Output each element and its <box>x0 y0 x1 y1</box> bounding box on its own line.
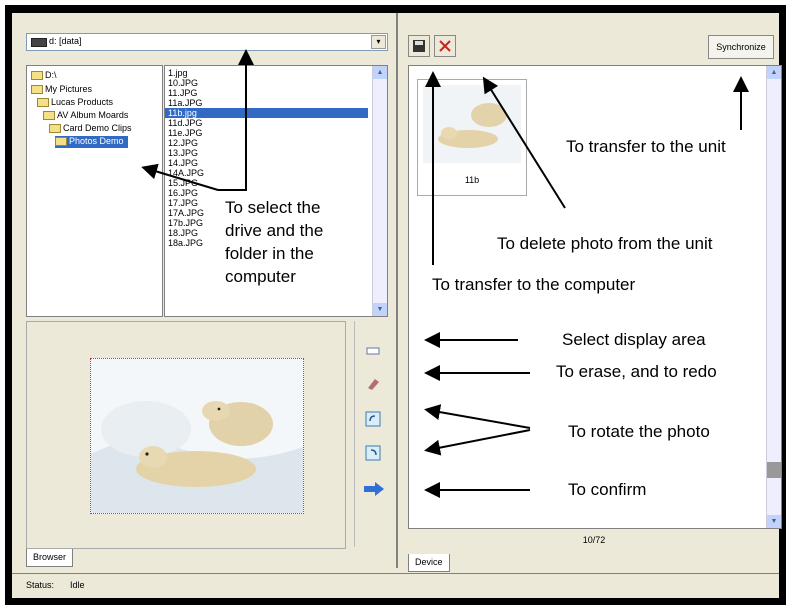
annotation-rotate: To rotate the photo <box>568 422 710 441</box>
arrow-to-drive-select <box>218 49 254 191</box>
annotation-arrows <box>141 49 749 498</box>
annotation-select-drive: To select the drive and the folder in th… <box>225 198 324 286</box>
arrow-rotate-left <box>424 404 531 429</box>
annotation-confirm: To confirm <box>568 480 647 499</box>
annotation-transfer-unit: To transfer to the unit <box>566 137 726 156</box>
annotation-transfer-computer: To transfer to the computer <box>432 275 636 294</box>
arrow-to-delete <box>482 76 566 209</box>
arrow-to-folder-tree <box>141 163 219 191</box>
annotation-select-area: Select display area <box>562 330 706 349</box>
annotation-delete-photo: To delete photo from the unit <box>497 234 713 253</box>
annotation-erase-redo: To erase, and to redo <box>556 362 717 381</box>
arrow-rotate-right <box>424 429 531 456</box>
